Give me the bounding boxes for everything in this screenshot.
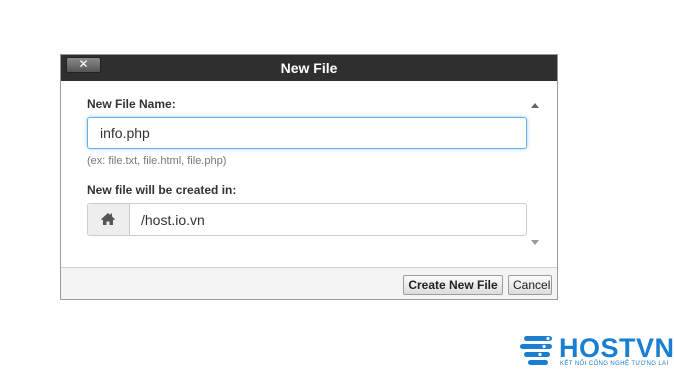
new-file-dialog: ✕ New File New File Name: (ex: file.txt,…	[60, 54, 558, 300]
file-name-input[interactable]	[87, 117, 527, 149]
home-icon	[101, 213, 115, 225]
dialog-title: New File	[280, 60, 338, 76]
hostvn-logo: HOSTVN KẾT NỐI CÔNG NGHỆ TƯƠNG LAI	[518, 333, 674, 373]
location-field: /host.io.vn	[87, 203, 527, 236]
location-path: /host.io.vn	[141, 212, 205, 228]
file-name-hint: (ex: file.txt, file.html, file.php)	[87, 155, 227, 167]
logo-tagline: KẾT NỐI CÔNG NGHỆ TƯƠNG LAI	[560, 361, 669, 367]
dialog-titlebar[interactable]: ✕ New File	[61, 55, 557, 81]
home-addon	[88, 204, 130, 235]
logo-name: HOSTVN	[559, 333, 674, 363]
dialog-content: New File Name: (ex: file.txt, file.html,…	[61, 81, 557, 268]
cancel-button[interactable]: Cancel	[508, 275, 552, 295]
location-label: New file will be created in:	[87, 183, 237, 197]
scroll-up-arrow-icon[interactable]	[530, 101, 540, 109]
create-new-file-button[interactable]: Create New File	[403, 275, 503, 295]
scroll-down-arrow-icon[interactable]	[530, 239, 540, 247]
file-name-label: New File Name:	[87, 97, 176, 111]
logo-mark-icon	[520, 336, 552, 365]
